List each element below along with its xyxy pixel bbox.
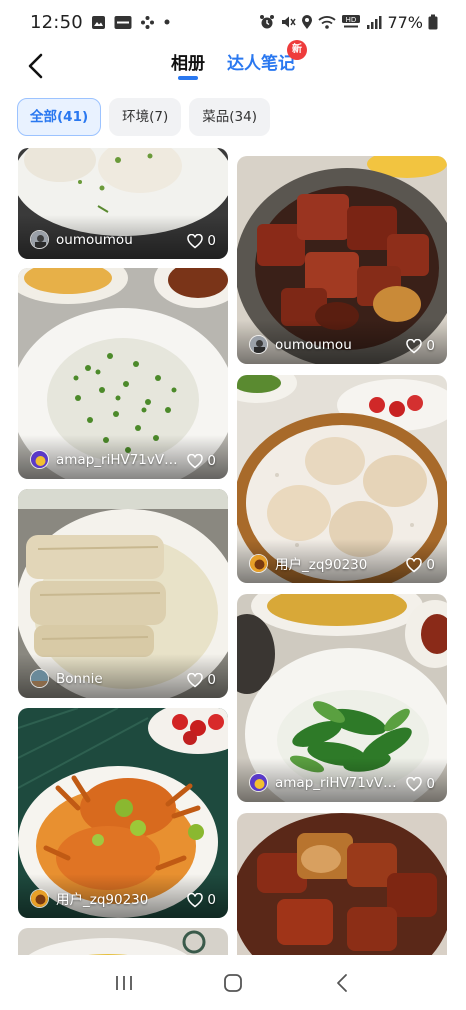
like-count: 0: [207, 453, 216, 469]
like-button[interactable]: 0: [187, 892, 216, 908]
like-count: 0: [426, 776, 435, 792]
like-button[interactable]: 0: [187, 233, 216, 249]
post-author[interactable]: amap_riHV71vV…: [30, 450, 178, 469]
avatar: [30, 888, 49, 908]
post-author[interactable]: Bonnie: [30, 669, 103, 688]
author-name: 用户_zq90230: [275, 557, 368, 573]
signal-icon: [366, 15, 382, 30]
avatar: [249, 335, 268, 354]
back-button[interactable]: [22, 50, 50, 82]
tab-album[interactable]: 相册: [171, 50, 205, 78]
status-bar: 12:50 HD 77%: [0, 0, 466, 44]
filter-chip-environment[interactable]: 环境(7): [109, 98, 182, 136]
avatar: [30, 669, 49, 688]
photo-card[interactable]: 用户_zq90230 0: [18, 708, 228, 918]
photo-card[interactable]: [18, 928, 228, 955]
heart-icon: [187, 453, 204, 468]
hd-voice-icon: HD: [341, 14, 361, 30]
post-author[interactable]: oumoumou: [30, 230, 133, 249]
author-name: amap_riHV71vV…: [275, 774, 397, 791]
heart-icon: [406, 338, 423, 353]
recent-apps-button[interactable]: [104, 963, 144, 1003]
author-name: oumoumou: [275, 336, 352, 353]
avatar: [30, 230, 49, 249]
filter-chips: 全部(41) 环境(7) 菜品(34): [17, 98, 270, 136]
header: 相册 达人笔记 新: [0, 40, 466, 92]
battery-icon: [428, 14, 438, 30]
like-count: 0: [426, 338, 435, 354]
post-author[interactable]: 用户_zq90230: [249, 553, 367, 573]
chevron-left-icon: [28, 53, 43, 79]
location-icon: [301, 14, 313, 30]
like-button[interactable]: 0: [406, 338, 435, 354]
heart-icon: [187, 892, 204, 907]
mute-icon: [280, 14, 297, 30]
nav-back-button[interactable]: [322, 963, 362, 1003]
author-name: Bonnie: [56, 670, 103, 687]
pinwheel-icon: [140, 15, 155, 30]
author-name: oumoumou: [56, 231, 133, 248]
photo-braised-meat-partial: [237, 813, 447, 955]
like-button[interactable]: 0: [187, 453, 216, 469]
avatar: [249, 553, 268, 573]
like-count: 0: [207, 233, 216, 249]
home-button[interactable]: [213, 963, 253, 1003]
like-count: 0: [207, 672, 216, 688]
avatar: [249, 773, 268, 792]
photo-card[interactable]: oumoumou 0: [18, 148, 228, 259]
dot-icon: [163, 18, 171, 26]
photo-card[interactable]: oumoumou 0: [237, 156, 447, 364]
author-name: amap_riHV71vV…: [56, 451, 178, 468]
wifi-icon: [318, 15, 337, 30]
like-button[interactable]: 0: [406, 776, 435, 792]
photo-plate-partial: [18, 928, 228, 955]
kbook-icon: [114, 15, 132, 30]
like-button[interactable]: 0: [187, 672, 216, 688]
battery-percent: 77%: [387, 12, 423, 32]
photo-card[interactable]: Bonnie 0: [18, 489, 228, 698]
post-author[interactable]: amap_riHV71vV…: [249, 773, 397, 792]
like-count: 0: [426, 557, 435, 573]
like-button[interactable]: 0: [406, 557, 435, 573]
like-count: 0: [207, 892, 216, 908]
photo-card[interactable]: amap_riHV71vV… 0: [18, 268, 228, 479]
photo-card[interactable]: [237, 813, 447, 955]
recent-apps-icon: [116, 975, 133, 990]
active-tab-indicator: [178, 76, 198, 80]
heart-icon: [406, 776, 423, 791]
avatar: [30, 450, 49, 469]
filter-chip-all[interactable]: 全部(41): [17, 98, 102, 136]
filter-chip-dishes[interactable]: 菜品(34): [189, 98, 270, 136]
photo-card[interactable]: 用户_zq90230 0: [237, 375, 447, 583]
system-nav-bar: [0, 955, 466, 1010]
tab-expert-notes[interactable]: 达人笔记: [227, 50, 295, 78]
svg-text:HD: HD: [346, 16, 357, 24]
post-author[interactable]: oumoumou: [249, 335, 352, 354]
heart-icon: [187, 233, 204, 248]
back-arrow-icon: [336, 973, 347, 992]
photo-card[interactable]: amap_riHV71vV… 0: [237, 594, 447, 802]
status-time: 12:50: [30, 11, 83, 33]
heart-icon: [187, 672, 204, 687]
author-name: 用户_zq90230: [56, 892, 149, 908]
heart-icon: [406, 557, 423, 572]
photo-feed[interactable]: oumoumou 0 oumoumou 0 amap_riHV71vV… 0 用…: [0, 148, 466, 955]
gallery-icon: [91, 15, 106, 30]
new-badge: 新: [287, 40, 307, 60]
home-icon: [224, 973, 242, 992]
post-author[interactable]: 用户_zq90230: [30, 888, 148, 908]
alarm-icon: [259, 14, 275, 30]
